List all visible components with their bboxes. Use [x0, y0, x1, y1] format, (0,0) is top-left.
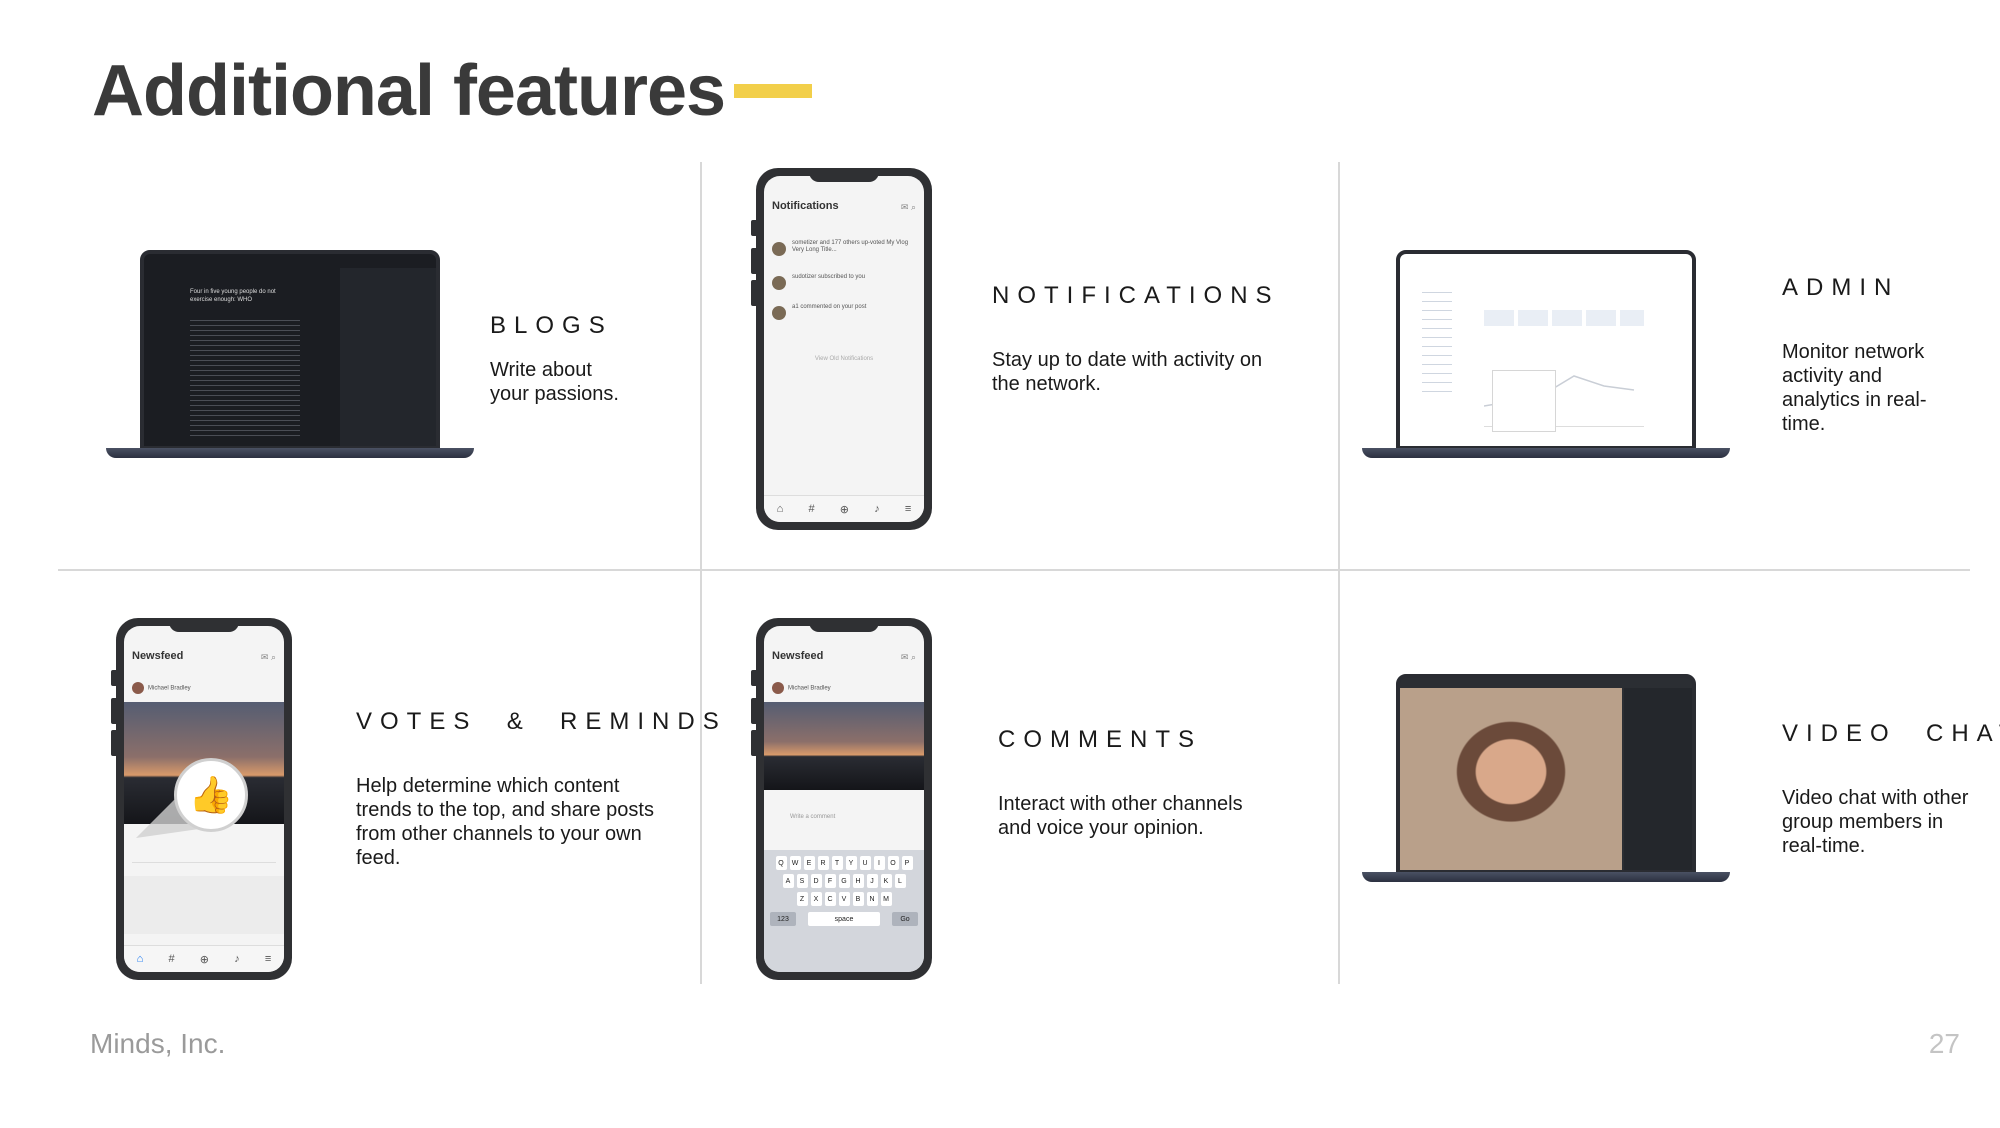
admin-stats-row: [1484, 310, 1644, 326]
avatar: [772, 306, 786, 320]
page-number: 27: [1928, 1028, 1960, 1059]
faded-post: [124, 876, 284, 934]
menu-icon: ≡: [904, 503, 912, 515]
keyboard-key: K: [880, 874, 892, 888]
notifications-phone: Notifications ✉ ⌕ sometizer and 177 othe…: [751, 168, 932, 530]
go-key: Go: [892, 912, 918, 926]
phone-nav-bar: ⌂ # ⊕ ♪ ≡: [124, 945, 284, 972]
keyboard-key: J: [866, 874, 878, 888]
admin-laptop: [1362, 250, 1730, 462]
comment-input: Write a comment: [790, 814, 836, 820]
divider-vertical-2: [1338, 162, 1340, 984]
newsfeed-screen-title: Newsfeed: [132, 650, 184, 662]
keyboard-key: R: [817, 856, 829, 870]
post-image-monument: [764, 702, 924, 790]
keyboard-key: E: [803, 856, 815, 870]
keyboard-key: A: [782, 874, 794, 888]
menu-icon: ≡: [264, 953, 272, 965]
notification-text: sometizer and 177 others up-voted My Vlo…: [792, 240, 909, 253]
blog-sidebar: [340, 268, 436, 446]
newsfeed-header-icons: ✉ ⌕: [900, 652, 916, 662]
keyboard-key: C: [824, 892, 836, 906]
keyboard-key: B: [852, 892, 864, 906]
video-chat-laptop: [1362, 674, 1730, 886]
numbers-key: 123: [770, 912, 796, 926]
blog-text-block: [190, 316, 300, 436]
notifications-label: NOTIFICATIONS: [992, 282, 1280, 309]
video-chat-description: Video chat with other group members in r…: [1782, 787, 1969, 857]
phone-nav-bar: ⌂ # ⊕ ♪ ≡: [764, 495, 924, 522]
blogs-label: BLOGS: [490, 312, 613, 339]
newsfeed-header-icons: ✉ ⌕: [260, 652, 276, 662]
comments-label: COMMENTS: [998, 726, 1202, 753]
home-icon: ⌂: [136, 953, 144, 965]
hashtag-icon: #: [168, 953, 175, 965]
video-chat-label: VIDEO CHAT: [1782, 720, 2000, 747]
keyboard-key: L: [894, 874, 906, 888]
avatar: [132, 682, 144, 694]
avatar: [772, 276, 786, 290]
hashtag-icon: #: [808, 503, 815, 515]
admin-description: Monitor network activity and analytics i…: [1782, 341, 1927, 435]
keyboard-key: G: [838, 874, 850, 888]
avatar: [772, 242, 786, 256]
notifications-screen-title: Notifications: [772, 200, 839, 212]
thumbs-up-icon: 👍: [174, 758, 248, 832]
bell-icon: ♪: [234, 953, 240, 965]
video-feed: [1400, 688, 1622, 870]
keyboard-key: T: [831, 856, 843, 870]
page-title: Additional features: [92, 51, 726, 131]
blogs-laptop: Four in five young people do not exercis…: [106, 250, 474, 462]
blogs-description: Write about your passions.: [490, 359, 619, 405]
footer-company-name: Minds, Inc.: [90, 1028, 226, 1059]
home-icon: ⌂: [776, 503, 784, 515]
keyboard-key: I: [873, 856, 885, 870]
notification-item: a1 commented on your post: [772, 304, 916, 330]
keyboard-key: Z: [796, 892, 808, 906]
keyboard-key: M: [880, 892, 892, 906]
view-old-notifications-link: View Old Notifications: [814, 356, 874, 362]
add-icon: ⊕: [839, 503, 849, 516]
divider-vertical-1: [700, 162, 702, 984]
space-key: space: [808, 912, 880, 926]
add-icon: ⊕: [199, 953, 209, 966]
blog-article-headline: Four in five young people do not exercis…: [190, 289, 276, 303]
votes-description: Help determine which content trends to t…: [356, 775, 654, 869]
keyboard-key: U: [859, 856, 871, 870]
notification-header-icons: ✉ ⌕: [900, 202, 916, 212]
newsfeed-screen-title: Newsfeed: [772, 650, 824, 662]
keyboard-key: S: [796, 874, 808, 888]
notification-item: sometizer and 177 others up-voted My Vlo…: [772, 240, 916, 266]
keyboard-key: P: [901, 856, 913, 870]
votes-label: VOTES & REMINDS: [356, 708, 727, 735]
notifications-description: Stay up to date with activity on the net…: [992, 349, 1263, 395]
comments-phone: Newsfeed ✉ ⌕ Michael Bradley Write a com…: [751, 618, 932, 980]
bell-icon: ♪: [874, 503, 880, 515]
admin-dropdown-panel: [1492, 370, 1556, 432]
votes-phone: Newsfeed ✉ ⌕ Michael Bradley ⌂ # ⊕ ♪ ≡ 👍: [111, 618, 292, 980]
keyboard-key: H: [852, 874, 864, 888]
notification-text: a1 commented on your post: [792, 304, 867, 310]
keyboard-key: V: [838, 892, 850, 906]
on-screen-keyboard: QWERTYUIOP ASDFGHJKL ZXCVBNM 123 space G…: [764, 850, 924, 972]
avatar: [772, 682, 784, 694]
keyboard-key: W: [789, 856, 801, 870]
post-author: Michael Bradley: [132, 682, 191, 694]
keyboard-key: X: [810, 892, 822, 906]
video-chat-sidebar: [1624, 688, 1692, 870]
notification-item: sudotizer subscribed to you: [772, 274, 916, 300]
comments-description: Interact with other channels and voice y…: [998, 793, 1243, 839]
keyboard-key: Q: [775, 856, 787, 870]
admin-sidebar-menu: [1422, 284, 1452, 394]
keyboard-key: D: [810, 874, 822, 888]
admin-label: ADMIN: [1782, 274, 1900, 301]
keyboard-key: Y: [845, 856, 857, 870]
divider-horizontal: [58, 569, 1970, 571]
keyboard-key: N: [866, 892, 878, 906]
post-author: Michael Bradley: [772, 682, 831, 694]
keyboard-key: O: [887, 856, 899, 870]
notification-text: sudotizer subscribed to you: [792, 274, 866, 280]
keyboard-key: F: [824, 874, 836, 888]
title-accent-bar: [734, 84, 812, 98]
